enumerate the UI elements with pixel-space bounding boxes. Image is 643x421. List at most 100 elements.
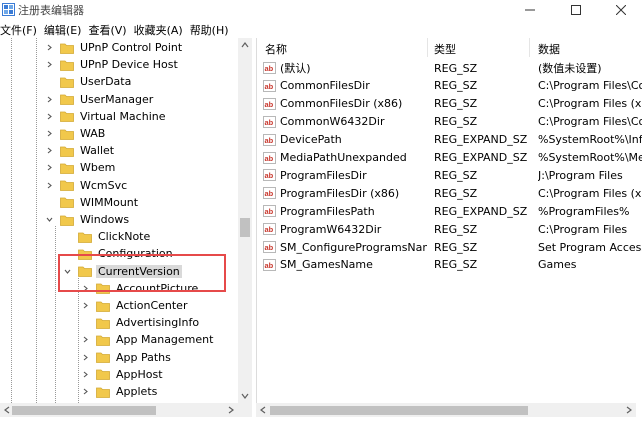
list-item[interactable]: ab (默认) REG_SZ (数值未设置) [257,59,643,77]
tree-horizontal-scroll-thumb[interactable] [12,406,156,415]
registry-values-list[interactable]: 名称 类型 数据 ab (默认) REG_SZ (数值未设置) ab CommonFile… [256,38,643,403]
list-item[interactable]: ab CommonFilesDir REG_SZ C:\Program Files\C… [257,77,643,95]
expand-chevron-right-icon[interactable] [44,177,54,194]
value-name: SM_ConfigureProgramsName [280,240,427,254]
folder-icon [60,180,74,191]
tree-item[interactable]: UserManager [44,91,155,108]
expand-chevron-right-icon[interactable] [44,125,54,142]
list-item[interactable]: ab CommonW6432Dir REG_SZ C:\Program Files\C… [257,113,643,131]
menu-help[interactable]: 帮助(H) [190,20,236,38]
list-item[interactable]: ab ProgramFilesDir (x86) REG_SZ C:\Program … [257,184,643,202]
column-divider[interactable] [427,38,428,57]
close-button[interactable] [598,0,643,20]
expand-chevron-right-icon[interactable] [80,383,90,400]
menu-edit[interactable]: 编辑(E) [44,20,89,38]
column-header-name[interactable]: 名称 [265,40,287,57]
registry-tree[interactable]: UPnP Control Point UPnP Device Host UserDa… [0,38,252,403]
list-scroll-left-button[interactable] [256,403,270,417]
expand-chevron-right-icon[interactable] [44,159,54,176]
svg-text:ab: ab [265,225,274,234]
expand-chevron-right-icon[interactable] [44,56,54,73]
scroll-down-button[interactable] [238,389,252,403]
tree-item[interactable]: UPnP Device Host [44,56,180,73]
column-header-data[interactable]: 数据 [538,40,560,57]
svg-text:ab: ab [265,118,274,127]
string-value-icon: ab [263,62,276,74]
value-type: REG_SZ [434,186,478,200]
folder-icon [96,301,110,312]
tree-item[interactable]: Applets [80,383,159,400]
tree-item[interactable]: Virtual Machine [44,108,168,125]
list-horizontal-scroll-thumb[interactable] [270,406,528,415]
column-header-type[interactable]: 类型 [434,40,456,57]
svg-text:ab: ab [265,243,274,252]
expand-chevron-right-icon[interactable] [44,142,54,159]
tree-item[interactable]: WAB [44,125,107,142]
scroll-right-button[interactable] [224,403,238,417]
value-data: %ProgramFiles% [538,204,630,218]
expand-chevron-right-icon[interactable] [44,91,54,108]
value-data: %SystemRoot%\Inf [538,133,642,147]
column-divider[interactable] [529,38,530,57]
list-item[interactable]: ab ProgramFilesDir REG_SZ J:\Program Files [257,166,643,184]
tree-item-label: AppHost [116,367,163,381]
menu-file[interactable]: 文件(F) [0,20,44,38]
tree-item-label: UPnP Control Point [80,41,183,54]
chevron-left-icon [260,406,266,414]
expand-chevron-right-icon[interactable] [44,39,54,56]
tree-item-label: WcmSvc [80,178,128,192]
folder-icon [78,232,92,243]
expand-chevron-right-icon[interactable] [80,331,90,348]
tree-item[interactable]: ActionCenter [80,297,189,314]
tree-item[interactable]: ClickNote [62,228,152,245]
tree-item[interactable]: AdvertisingInfo [80,314,201,331]
tree-item-label: ActionCenter [116,299,188,312]
maximize-button[interactable] [553,0,598,20]
tree-item[interactable]: App Paths [80,349,173,366]
list-item[interactable]: ab SM_ConfigureProgramsName REG_SZ Set Prog… [257,238,643,256]
value-name: CommonFilesDir [280,79,370,93]
tree-item-label: Applets [116,385,158,398]
chevron-right-icon [228,406,234,414]
folder-icon [96,352,110,363]
chevron-right-icon [626,406,632,414]
folder-icon [60,197,74,209]
tree-guide-line [36,38,37,403]
value-name-cell: ab CommonFilesDir [263,77,427,95]
scroll-up-button[interactable] [238,38,252,52]
value-data: C:\Program Files (x8 [538,186,642,200]
string-value-icon: ab [263,133,276,146]
list-item[interactable]: ab ProgramW6432Dir REG_SZ C:\Program Files [257,220,643,238]
expand-chevron-right-icon[interactable] [80,366,90,383]
svg-text:ab: ab [265,82,274,91]
tree-item[interactable]: Wbem [44,159,117,176]
tree-item[interactable]: AppHost [80,366,165,383]
tree-item[interactable]: App Management [80,331,215,348]
tree-item[interactable]: UserData [44,73,133,90]
minimize-button[interactable] [507,0,552,20]
tree-item[interactable]: Windows [44,211,131,228]
tree-item[interactable]: Wallet [44,142,116,159]
expand-chevron-right-icon[interactable] [80,349,90,366]
value-type: REG_EXPAND_SZ [434,204,528,218]
list-item[interactable]: ab MediaPathUnexpanded REG_EXPAND_SZ %Syste… [257,149,643,167]
tree-item[interactable]: UPnP Control Point [44,39,184,56]
expand-chevron-down-icon[interactable] [44,211,54,228]
list-item[interactable]: ab CommonFilesDir (x86) REG_SZ C:\Program F… [257,95,643,113]
menu-view[interactable]: 查看(V) [88,20,133,38]
svg-text:ab: ab [265,100,274,109]
tree-item[interactable]: WcmSvc [44,177,129,194]
value-data: J:\Program Files [538,168,623,182]
folder-icon [60,215,74,226]
value-name: CommonFilesDir (x86) [280,97,403,111]
expand-chevron-right-icon[interactable] [80,297,90,314]
list-item[interactable]: ab DevicePath REG_EXPAND_SZ %SystemRoot%\In… [257,131,643,149]
list-item[interactable]: ab SM_GamesName REG_SZ Games [257,256,643,274]
tree-vertical-scroll-thumb[interactable] [240,218,250,237]
menu-favorites[interactable]: 收藏夹(A) [134,20,190,38]
tree-item[interactable]: WIMMount [44,194,140,211]
expand-chevron-right-icon[interactable] [44,108,54,125]
list-scroll-right-button[interactable] [622,403,636,417]
list-item[interactable]: ab ProgramFilesPath REG_EXPAND_SZ %ProgramF… [257,202,643,220]
